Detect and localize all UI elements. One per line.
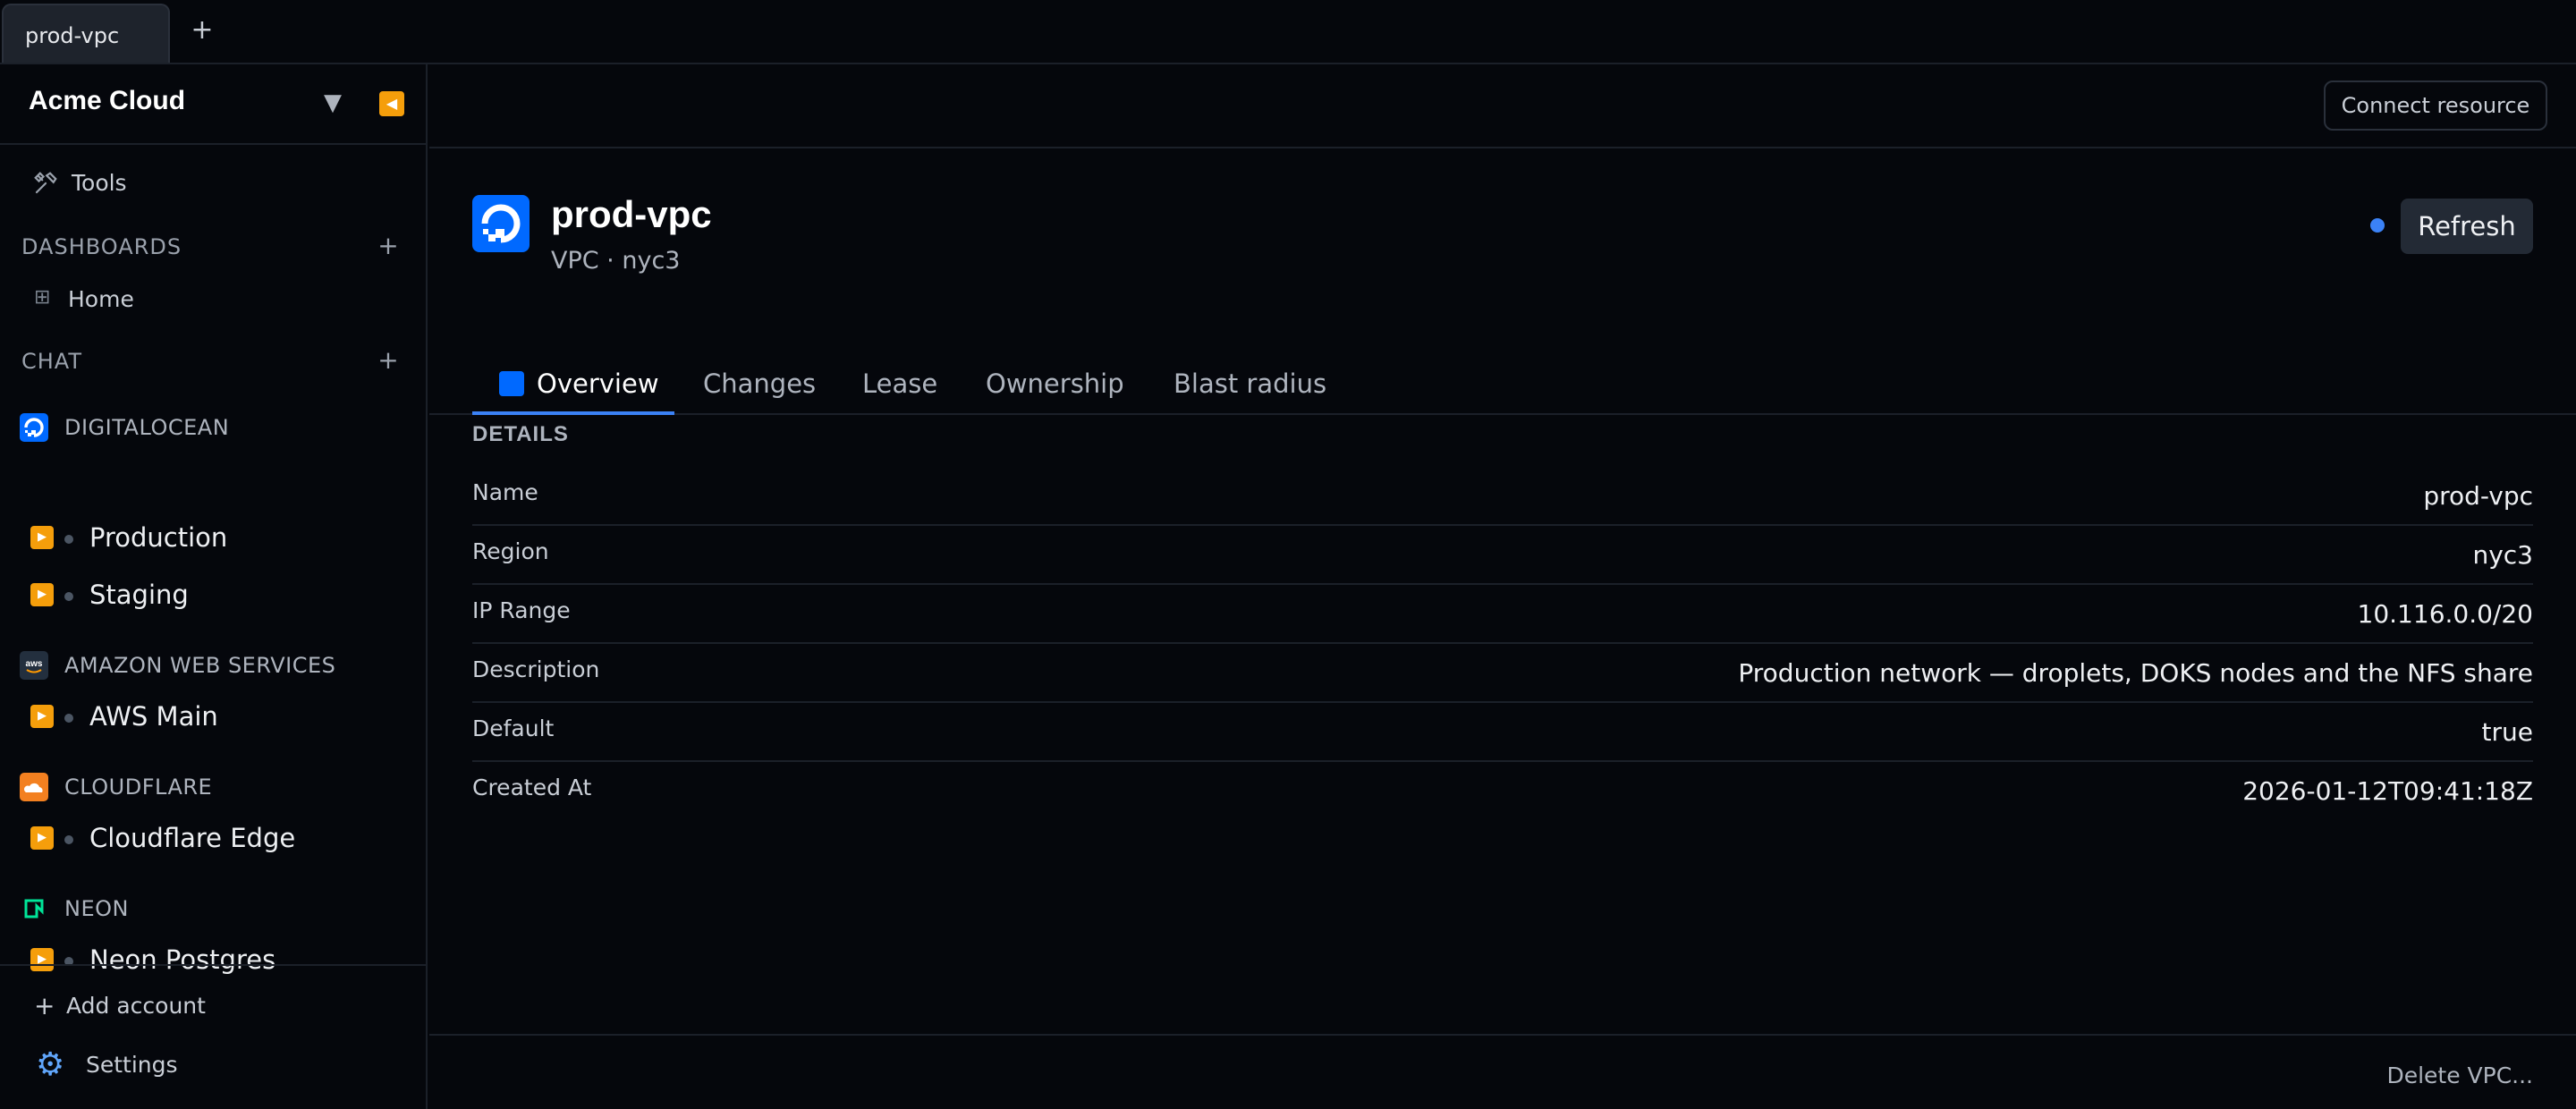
sidebar-item-label: Home xyxy=(68,286,134,312)
tab-prod-vpc[interactable]: prod-vpc xyxy=(2,4,170,63)
sidebar-item-home[interactable]: ⊞ Home xyxy=(0,279,426,320)
sidebar-header: Acme Cloud ▼ ◀ xyxy=(0,64,426,145)
plus-icon: + xyxy=(34,991,55,1020)
detail-key: Description xyxy=(472,656,600,682)
chat-section-title: CHAT xyxy=(21,349,83,374)
detail-value: prod-vpc xyxy=(2423,481,2533,511)
sidebar-item-tools[interactable]: Tools xyxy=(0,163,426,204)
play-icon: ▶ xyxy=(30,526,54,549)
svg-text:aws: aws xyxy=(26,659,43,669)
provider-label: CLOUDFLARE xyxy=(64,775,213,800)
detail-value: 2026-01-12T09:41:18Z xyxy=(2242,776,2533,806)
resource-subtitle: VPC · nyc3 xyxy=(551,247,681,275)
provider-label: AMAZON WEB SERVICES xyxy=(64,653,336,678)
sidebar: Acme Cloud ▼ ◀ Tools DASHBOARDS + ⊞ Home… xyxy=(0,64,428,1109)
detail-value: true xyxy=(2481,717,2533,747)
detail-key: IP Range xyxy=(472,597,571,623)
neon-icon xyxy=(24,899,44,919)
detail-value: 10.116.0.0/20 xyxy=(2357,599,2533,629)
collapse-sidebar-icon[interactable]: ◀ xyxy=(379,91,404,116)
tab-label: Lease xyxy=(862,368,938,399)
digitalocean-icon xyxy=(20,413,48,442)
tab-lease[interactable]: Lease xyxy=(862,356,937,415)
detail-row: Region nyc3 xyxy=(472,526,2533,585)
play-icon: ▶ xyxy=(30,826,54,850)
settings-label: Settings xyxy=(86,1052,178,1078)
provider-aws xyxy=(0,585,426,626)
account-label: Production xyxy=(89,522,228,553)
grid-icon: ⊞ xyxy=(34,286,51,309)
detail-key: Region xyxy=(472,538,549,564)
provider-label: NEON xyxy=(64,896,129,921)
detail-row: IP Range 10.116.0.0/20 xyxy=(472,585,2533,644)
detail-key: Default xyxy=(472,715,555,741)
digitalocean-icon xyxy=(472,195,530,252)
tab-label: Overview xyxy=(537,368,659,399)
tab-label: prod-vpc xyxy=(25,23,120,48)
tab-label: Ownership xyxy=(986,368,1124,399)
dashboards-section-title: DASHBOARDS xyxy=(21,234,182,259)
tools-icon xyxy=(34,172,57,194)
status-indicator xyxy=(2370,218,2385,233)
detail-row: Description Production network — droplet… xyxy=(472,644,2533,703)
detail-value: nyc3 xyxy=(2472,540,2533,570)
add-chat-button[interactable]: + xyxy=(376,345,401,375)
gear-icon: ⚙ xyxy=(36,1046,65,1083)
play-icon: ▶ xyxy=(30,705,54,728)
connect-resource-button[interactable]: Connect resource xyxy=(2324,80,2547,131)
tab-label: Blast radius xyxy=(1174,368,1327,399)
detail-key: Created At xyxy=(472,775,592,800)
detail-value: Production network — droplets, DOKS node… xyxy=(1738,658,2533,688)
provider-digitalocean: DIGITALOCEAN xyxy=(0,406,426,447)
refresh-button[interactable]: Refresh xyxy=(2401,199,2533,254)
page-title: prod-vpc xyxy=(551,193,712,235)
details-list: Name prod-vpc Region nyc3 IP Range 10.11… xyxy=(472,467,2533,821)
tab-ownership[interactable]: Ownership xyxy=(986,356,1124,415)
aws-icon: aws xyxy=(20,651,48,680)
detail-key: Name xyxy=(472,479,538,505)
status-dot xyxy=(64,835,73,844)
account-label: Cloudflare Edge xyxy=(89,823,296,853)
tab-blast-radius[interactable]: Blast radius xyxy=(1174,356,1326,415)
cloudflare-icon xyxy=(20,773,48,801)
tab-changes[interactable]: Changes xyxy=(703,356,816,415)
account-cloudflare-edge[interactable]: ▶ Cloudflare Edge xyxy=(0,814,426,860)
add-dashboard-button[interactable]: + xyxy=(376,231,401,260)
tab-overview[interactable]: Overview xyxy=(472,356,674,415)
main-panel: Connect resource prod-vpc VPC · nyc3 Ref… xyxy=(429,64,2576,1109)
caret-down-icon[interactable]: ▼ xyxy=(324,89,342,116)
account-production[interactable]: ▶ Production xyxy=(0,513,426,560)
sidebar-item-label: Tools xyxy=(72,170,127,196)
delete-vpc-button[interactable]: Delete VPC... xyxy=(2386,1062,2533,1088)
add-account-label: Add account xyxy=(66,993,206,1019)
status-dot xyxy=(64,714,73,723)
detail-row: Default true xyxy=(472,703,2533,762)
new-tab-button[interactable]: + xyxy=(186,14,218,47)
tab-strip: prod-vpc + xyxy=(0,0,2576,64)
provider-aws-row: aws AMAZON WEB SERVICES xyxy=(0,644,426,685)
sidebar-footer: + Add account ⚙ Settings xyxy=(0,964,426,1109)
digitalocean-icon xyxy=(499,371,524,396)
tab-label: Changes xyxy=(703,368,817,399)
detail-row: Name prod-vpc xyxy=(472,467,2533,526)
status-dot xyxy=(64,535,73,544)
provider-cloudflare: CLOUDFLARE xyxy=(0,766,426,807)
details-heading: DETAILS xyxy=(472,422,569,446)
detail-row: Created At 2026-01-12T09:41:18Z xyxy=(472,762,2533,821)
provider-neon: NEON xyxy=(0,887,426,928)
account-aws-main[interactable]: ▶ AWS Main xyxy=(0,692,426,739)
bottom-bar: Delete VPC... xyxy=(429,1034,2576,1109)
workspace-name[interactable]: Acme Cloud xyxy=(29,86,185,116)
resource-tabs: Overview Changes Lease Ownership Blast r… xyxy=(429,356,2576,415)
account-label: AWS Main xyxy=(89,701,218,732)
top-bar: Connect resource xyxy=(429,64,2576,148)
provider-label: DIGITALOCEAN xyxy=(64,415,230,440)
